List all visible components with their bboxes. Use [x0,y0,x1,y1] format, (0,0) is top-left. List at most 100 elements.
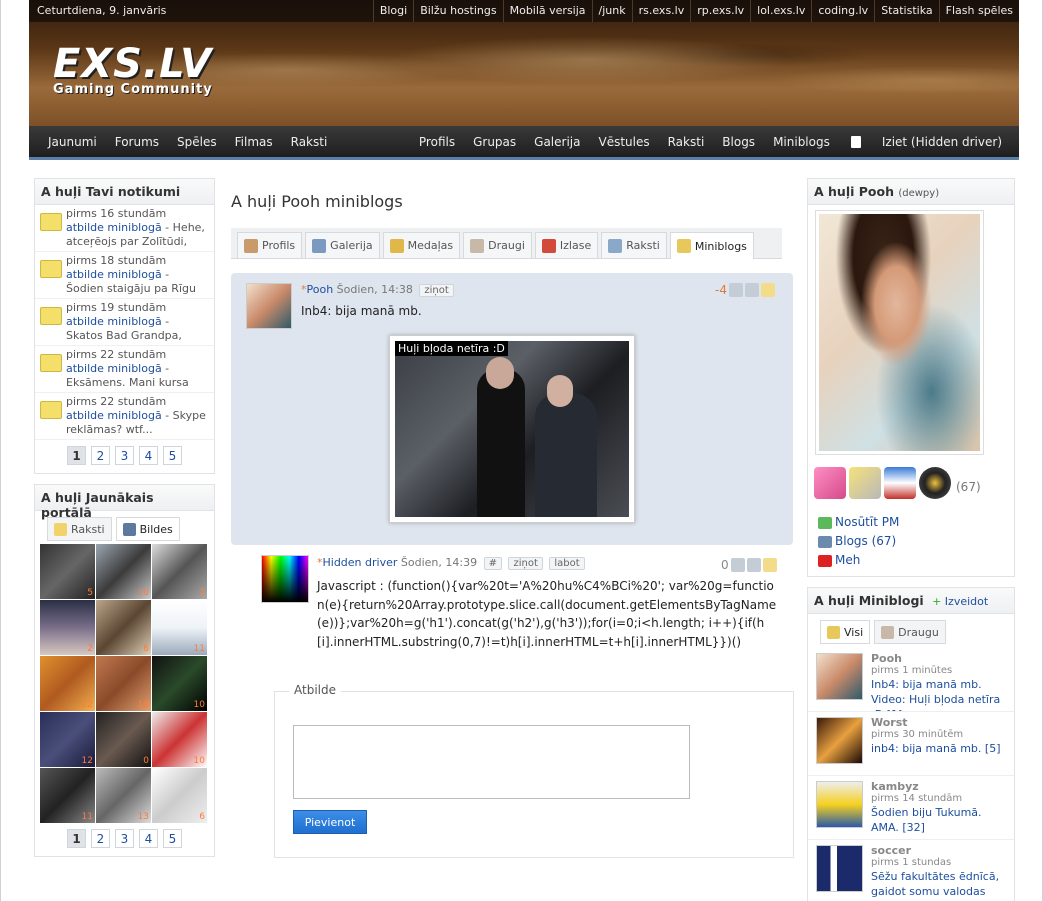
miniblog-item[interactable]: Pooh pirms 1 minūtes Inb4: bija manā mb. V… [808,648,1014,712]
blogs-link[interactable]: Blogs (67) [818,532,1004,551]
blogs-label[interactable]: Blogs (67) [835,532,896,551]
item-text[interactable]: inb4: bija manā mb. [5] [871,741,1000,756]
medal-icon[interactable] [814,467,846,499]
image-thumb[interactable]: 5 [40,544,95,599]
image-thumb[interactable]: 2 [152,544,207,599]
thumbs-down-icon[interactable] [746,558,761,572]
nav-forums[interactable]: Forums [106,135,168,149]
send-pm-link[interactable]: Nosūtīt PM [818,513,1004,532]
toplink-mobila-versija[interactable]: Mobilā versija [502,0,592,22]
page-3[interactable]: 3 [115,446,134,465]
nav-logout[interactable]: Iziet (Hidden driver) [873,135,1011,149]
avatar[interactable] [816,845,863,892]
avatar[interactable] [261,555,309,603]
nav-profils[interactable]: Profils [410,135,464,149]
image-thumb[interactable]: 22 [40,656,95,711]
page-1[interactable]: 1 [67,446,86,465]
event-item[interactable]: pirms 18 stundām atbilde miniblogā - Šodi… [35,252,214,299]
event-item[interactable]: pirms 16 stundām atbilde miniblogā - Hehe… [35,205,214,252]
author-name[interactable]: soccer [871,845,1007,857]
create-miniblog-link[interactable]: + Izveidot [932,595,988,608]
tab-medalas[interactable]: Medaļas [382,232,461,258]
tab-raksti[interactable]: Raksti [601,232,667,258]
image-thumb[interactable]: 12 [40,712,95,767]
author-link[interactable]: Pooh [307,283,334,296]
nav-galerija[interactable]: Galerija [525,135,589,149]
tab-raksti[interactable]: Raksti [47,517,112,541]
item-text[interactable]: Šodien biju Tukumā. AMA. [32] [871,805,1007,835]
medal-icon[interactable] [849,467,881,499]
tab-profils[interactable]: Profils [237,232,303,258]
nav-raksti[interactable]: Raksti [282,135,337,149]
medal-icon[interactable] [919,467,951,499]
event-link[interactable]: atbilde miniblogā [66,268,162,281]
toplink-statistika[interactable]: Statistika [874,0,938,22]
image-thumb[interactable]: 6 [152,768,207,823]
medal-count[interactable]: (67) [956,480,981,494]
image-thumb[interactable]: 16 [96,656,151,711]
toplink-blogi[interactable]: Blogi [372,0,413,22]
avatar[interactable] [246,283,292,329]
author-link[interactable]: Hidden driver [323,556,398,569]
page-3[interactable]: 3 [115,829,134,848]
answer-textarea[interactable] [293,725,690,799]
image-thumb[interactable]: 0 [96,712,151,767]
nav-blogs[interactable]: Blogs [713,135,764,149]
toplink-flash-speles[interactable]: Flash spēles [938,0,1019,22]
avatar[interactable] [816,653,863,700]
tab-bildes[interactable]: Bildes [115,517,180,541]
image-thumb[interactable]: 2 [40,600,95,655]
nav-grupas[interactable]: Grupas [464,135,525,149]
image-thumb[interactable]: 10 [152,656,207,711]
toplink-lol[interactable]: lol.exs.lv [750,0,811,22]
toplink-rp[interactable]: rp.exs.lv [690,0,750,22]
avatar[interactable] [816,781,863,828]
tab-izlase[interactable]: Izlase [534,232,599,258]
toplink-coding[interactable]: coding.lv [811,0,874,22]
thumbs-up-icon[interactable] [728,283,743,297]
nav-filmas[interactable]: Filmas [226,135,282,149]
toplink-rs[interactable]: rs.exs.lv [631,0,691,22]
page-4[interactable]: 4 [139,446,158,465]
nav-miniblogs[interactable]: Miniblogs [764,135,839,149]
image-thumb[interactable]: 11 [152,600,207,655]
image-thumb[interactable]: 13 [96,768,151,823]
submit-button[interactable]: Pievienot [293,810,367,834]
tab-draugi[interactable]: Draugi [463,232,532,258]
image-thumb[interactable]: 6 [96,600,151,655]
miniblog-item[interactable]: soccer pirms 1 stundas Sēžu fakultātes ēdn… [808,840,1014,901]
image-thumb[interactable]: 11 [40,768,95,823]
favorite-icon[interactable] [762,558,777,572]
send-pm-label[interactable]: Nosūtīt PM [835,513,899,532]
event-link[interactable]: atbilde miniblogā [66,409,162,422]
author-name[interactable]: Worst [871,717,1000,729]
event-link[interactable]: atbilde miniblogā [66,315,162,328]
page-2[interactable]: 2 [91,829,110,848]
tab-draugu[interactable]: Draugu [874,620,946,644]
nav-speles[interactable]: Spēles [168,135,226,149]
tab-galerija[interactable]: Galerija [305,232,380,258]
event-item[interactable]: pirms 19 stundām atbilde miniblogā - Skat… [35,299,214,346]
nav-vestules[interactable]: Vēstules [589,135,658,149]
page-5[interactable]: 5 [163,446,182,465]
author-name[interactable]: Pooh [871,653,1007,665]
page-5[interactable]: 5 [163,829,182,848]
permalink-button[interactable]: # [483,557,502,570]
page-4[interactable]: 4 [139,829,158,848]
thumbs-down-icon[interactable] [744,283,759,297]
image-thumb[interactable]: 10 [96,544,151,599]
event-link[interactable]: atbilde miniblogā [66,221,162,234]
youtube-link[interactable]: Meh [818,551,1004,570]
miniblog-item[interactable]: kambyz pirms 14 stundām Šodien biju Tukumā… [808,776,1014,840]
video-embed[interactable]: Huļi bļoda netīra :D [389,335,635,523]
nav-jaunumi[interactable]: Jaunumi [39,135,106,149]
item-text[interactable]: Inb4: bija manā mb. Video: Huļi bļoda ne… [871,677,1007,711]
image-thumb[interactable]: 10 [152,712,207,767]
favorite-icon[interactable] [760,283,775,297]
tab-visi[interactable]: Visi [820,620,871,644]
toplink-bilzu-hostings[interactable]: Bilžu hostings [413,0,502,22]
thumbs-up-icon[interactable] [730,558,745,572]
nav-raksti-user[interactable]: Raksti [659,135,714,149]
youtube-label[interactable]: Meh [835,551,860,570]
toplink-junk[interactable]: /junk [591,0,632,22]
